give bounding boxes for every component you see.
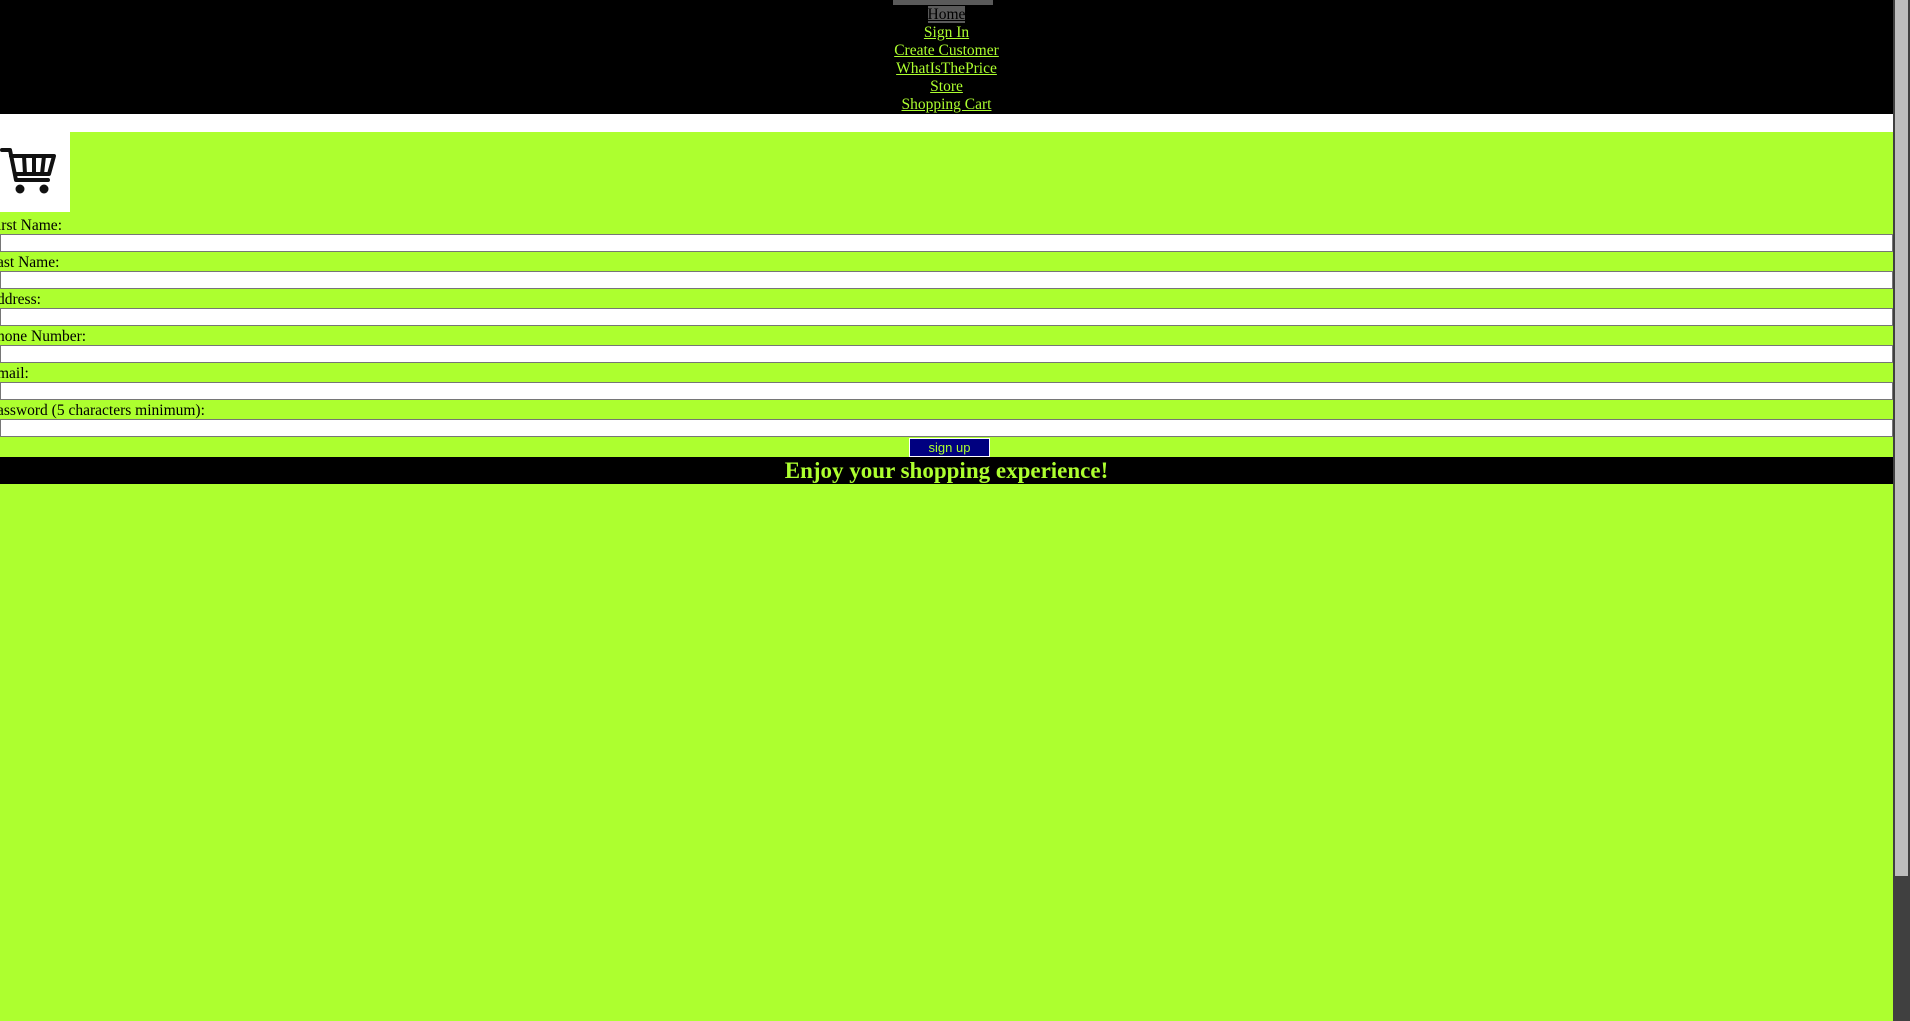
phone-label: hone Number: <box>0 328 87 345</box>
nav-item-offscreen <box>893 0 993 5</box>
nav-item-store: Store <box>0 78 1893 96</box>
address-row: ddress: <box>0 291 1893 328</box>
first-name-row: irst Name: <box>0 217 1893 254</box>
nav-link-store[interactable]: Store <box>930 78 963 95</box>
nav-item-sign-in: Sign In <box>0 24 1893 42</box>
nav-link-sign-in[interactable]: Sign In <box>924 24 969 41</box>
scrollbar-thumb[interactable] <box>1895 0 1908 876</box>
nav-item-create-customer: Create Customer <box>0 42 1893 60</box>
email-row: mail: <box>0 365 1893 402</box>
logo <box>0 132 70 212</box>
address-input[interactable] <box>0 308 1893 326</box>
address-label: ddress: <box>0 291 41 308</box>
page: Home Sign In Create Customer WhatIsThePr… <box>0 0 1893 1021</box>
nav-item-what-is-the-price: WhatIsThePrice <box>0 60 1893 78</box>
phone-row: hone Number: <box>0 328 1893 365</box>
password-label: assword (5 characters minimum): <box>0 402 205 419</box>
page-scrollbar[interactable] <box>1893 0 1910 1021</box>
create-customer-form: irst Name: ast Name: ddress: hone Number… <box>0 217 1893 439</box>
footer-banner: Enjoy your shopping experience! <box>0 457 1893 484</box>
email-input[interactable] <box>0 382 1893 400</box>
top-navigation: Home Sign In Create Customer WhatIsThePr… <box>0 0 1893 114</box>
nav-list: Home Sign In Create Customer WhatIsThePr… <box>0 6 1893 114</box>
sign-up-button[interactable]: sign up <box>909 438 990 457</box>
header-spacer <box>0 114 1893 132</box>
shopping-cart-icon <box>0 148 56 194</box>
nav-link-create-customer[interactable]: Create Customer <box>894 42 999 59</box>
nav-link-shopping-cart[interactable]: Shopping Cart <box>902 96 992 113</box>
nav-link-what-is-the-price[interactable]: WhatIsThePrice <box>896 60 997 77</box>
email-label: mail: <box>0 365 29 382</box>
last-name-row: ast Name: <box>0 254 1893 291</box>
signup-row: sign up <box>0 438 1893 457</box>
last-name-label: ast Name: <box>0 254 60 271</box>
nav-item-home: Home <box>0 6 1893 24</box>
first-name-input[interactable] <box>0 234 1893 252</box>
last-name-input[interactable] <box>0 271 1893 289</box>
first-name-label: irst Name: <box>0 217 62 234</box>
nav-link-home[interactable]: Home <box>927 6 966 23</box>
password-input[interactable] <box>0 419 1893 437</box>
phone-input[interactable] <box>0 345 1893 363</box>
password-row: assword (5 characters minimum): <box>0 402 1893 439</box>
nav-item-shopping-cart: Shopping Cart <box>0 96 1893 114</box>
